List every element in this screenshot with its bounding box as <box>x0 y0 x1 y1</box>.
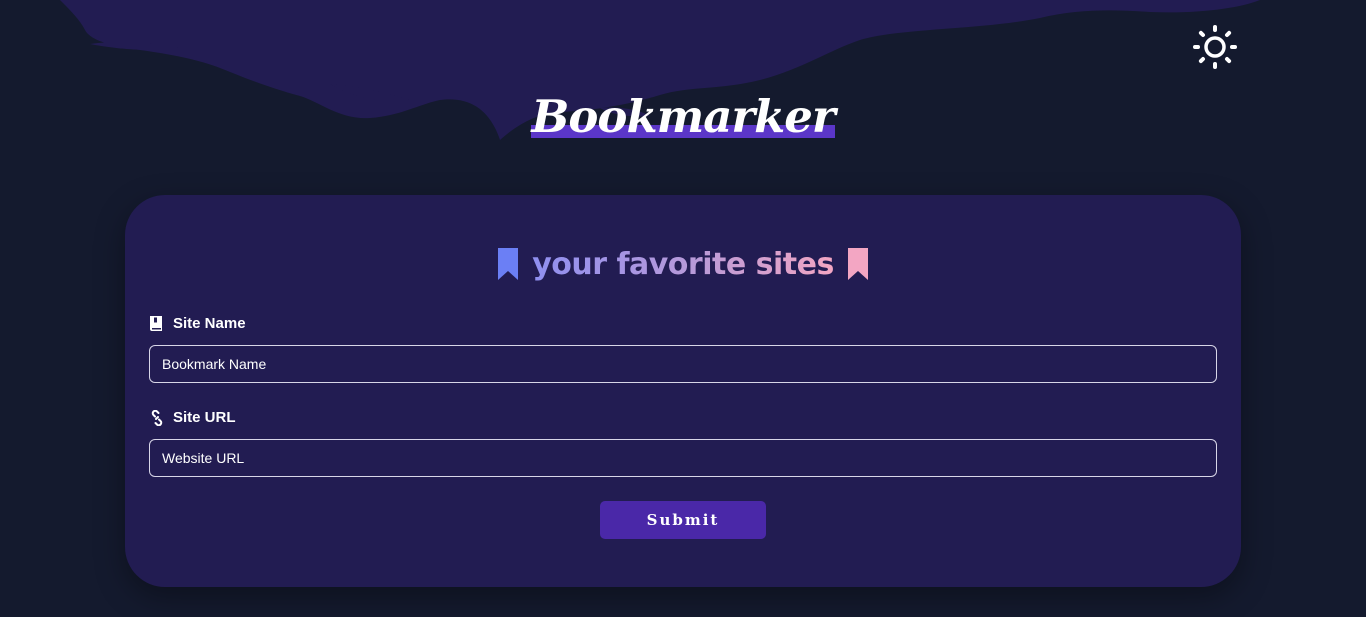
logo-text: Bookmarker <box>531 90 835 143</box>
bookmark-form-card: your favorite sites Site Name Si <box>125 195 1241 587</box>
site-name-label: Site Name <box>149 315 246 332</box>
site-url-label-text: Site URL <box>173 409 236 426</box>
form-title-text: your favorite sites <box>532 246 834 282</box>
logo-wrapper: Bookmarker <box>531 82 836 152</box>
book-icon <box>150 316 162 331</box>
site-name-input[interactable] <box>149 345 1217 383</box>
submit-button[interactable]: Submit <box>600 501 766 539</box>
form-title: your favorite sites <box>125 239 1241 289</box>
link-icon <box>151 409 163 426</box>
sun-icon <box>1193 25 1237 69</box>
bookmark-icon <box>498 248 519 280</box>
theme-toggle-button[interactable] <box>1192 24 1238 70</box>
bookmark-icon <box>847 248 868 280</box>
site-url-input[interactable] <box>149 439 1217 477</box>
logo: Bookmarker <box>0 82 1366 152</box>
site-url-label: Site URL <box>149 409 236 426</box>
site-name-label-text: Site Name <box>173 315 246 332</box>
page: Bookmarker your favorite sites Site Name <box>0 0 1366 617</box>
